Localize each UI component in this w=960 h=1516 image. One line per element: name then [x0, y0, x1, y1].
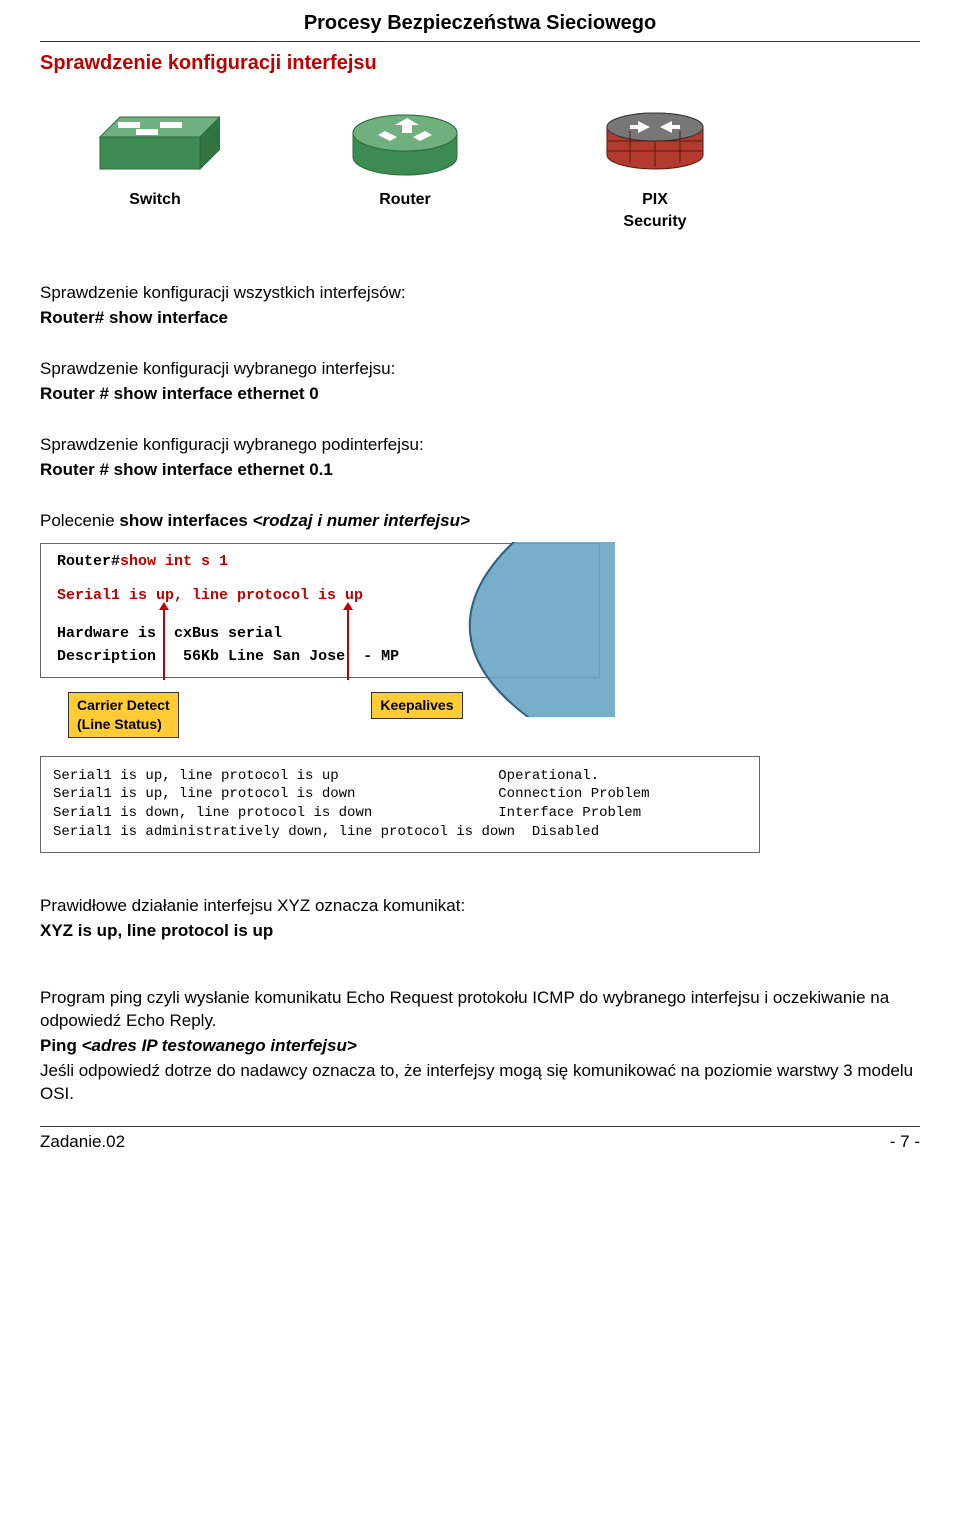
- paragraph-block-2: Sprawdzenie konfiguracji wybranego inter…: [40, 358, 920, 406]
- header-rule: [40, 41, 920, 42]
- switch-icon: [90, 107, 220, 187]
- prompt-text: Router#: [57, 553, 120, 570]
- text-line: Sprawdzenie konfiguracji wybranego podin…: [40, 434, 920, 457]
- ok-block: Prawidłowe działanie interfejsu XYZ ozna…: [40, 895, 920, 943]
- command-heading: Polecenie show interfaces <rodzaj i nume…: [40, 510, 920, 533]
- hw-text: - MP: [363, 648, 399, 665]
- pix-label-2: Security: [590, 211, 720, 233]
- hw-text: cxBus serial: [174, 625, 282, 642]
- ping-cmd-arg: <adres IP testowanego interfejsu>: [82, 1036, 357, 1055]
- footer-left: Zadanie.02: [40, 1131, 125, 1154]
- switch-label: Switch: [90, 189, 220, 211]
- arrow-up-icon: [159, 602, 169, 610]
- status-table-box: Serial1 is up, line protocol is up Opera…: [40, 756, 760, 854]
- text-span: Polecenie: [40, 511, 119, 530]
- badge-line-2: (Line Status): [77, 716, 162, 732]
- pix-label-1: PIX: [590, 189, 720, 211]
- badge-row: Carrier Detect (Line Status) Keepalives: [40, 692, 920, 738]
- firewall-icon: [590, 107, 720, 187]
- paragraph-block-3: Sprawdzenie konfiguracji wybranego podin…: [40, 434, 920, 482]
- command-arg: <rodzaj i numer interfejsu>: [253, 511, 470, 530]
- ping-cmd-name: Ping: [40, 1036, 82, 1055]
- carrier-detect-badge: Carrier Detect (Line Status): [68, 692, 179, 738]
- ping-reply-paragraph: Jeśli odpowiedź dotrze do nadawcy oznacz…: [40, 1060, 920, 1106]
- page-header: Procesy Bezpieczeństwa Sieciowego: [40, 10, 920, 37]
- text-line: Prawidłowe działanie interfejsu XYZ ozna…: [40, 895, 920, 918]
- command-name: show interfaces: [119, 511, 252, 530]
- hw-text: Hardware is: [57, 625, 156, 642]
- ping-command: Ping <adres IP testowanego interfejsu>: [40, 1035, 920, 1058]
- router-device: Router: [340, 107, 470, 232]
- command-line: Router# show interface: [40, 307, 920, 330]
- hw-line-2: Description 56Kb Line San Jose - MP: [57, 647, 589, 667]
- terminal-output-box: Router#show int s 1 Serial1 is up, line …: [40, 543, 600, 678]
- footer-rule: [40, 1126, 920, 1127]
- command-line: Router # show interface ethernet 0: [40, 383, 920, 406]
- device-icon-row: Switch Router PIX Security: [40, 107, 920, 232]
- text-line: Sprawdzenie konfiguracji wszystkich inte…: [40, 282, 920, 305]
- paragraph-block-1: Sprawdzenie konfiguracji wszystkich inte…: [40, 282, 920, 330]
- hw-text: 56Kb Line San Jose: [183, 648, 345, 665]
- text-line: Sprawdzenie konfiguracji wybranego inter…: [40, 358, 920, 381]
- section-title: Sprawdzenie konfiguracji interfejsu: [40, 50, 920, 77]
- page-footer: Zadanie.02 - 7 -: [40, 1131, 920, 1154]
- keepalives-badge: Keepalives: [371, 692, 462, 719]
- hw-text: Description: [57, 648, 156, 665]
- ping-paragraph: Program ping czyli wysłanie komunikatu E…: [40, 987, 920, 1033]
- router-label: Router: [340, 189, 470, 211]
- badge-line-1: Carrier Detect: [77, 697, 170, 713]
- pix-device: PIX Security: [590, 107, 720, 232]
- arrow-stem: [347, 610, 349, 680]
- router-icon: [340, 107, 470, 187]
- command-text: show int s 1: [120, 553, 228, 570]
- switch-device: Switch: [90, 107, 220, 232]
- status-ok-line: XYZ is up, line protocol is up: [40, 920, 920, 943]
- arrow-stem: [163, 610, 165, 680]
- arrow-up-icon: [343, 602, 353, 610]
- command-line: Router # show interface ethernet 0.1: [40, 459, 920, 482]
- footer-right: - 7 -: [890, 1131, 920, 1154]
- status-line: Serial1 is up, line protocol is up: [57, 586, 589, 606]
- hw-line-1: Hardware is cxBus serial: [57, 624, 589, 644]
